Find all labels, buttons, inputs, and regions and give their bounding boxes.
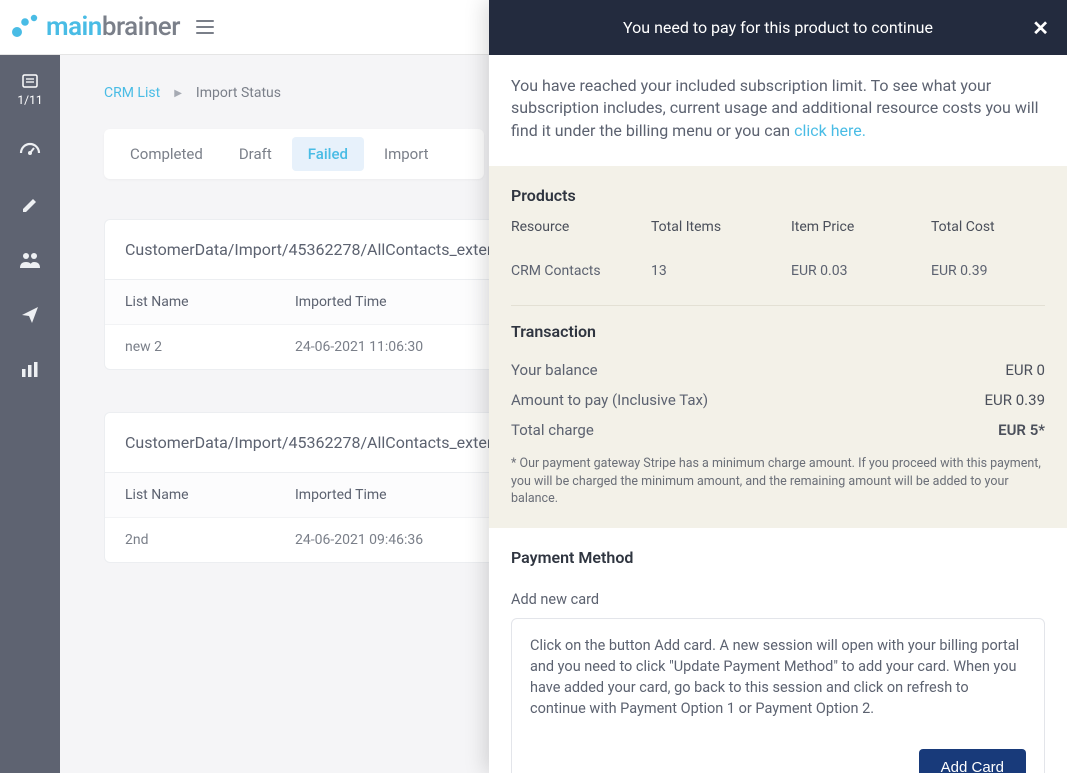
panel-header: You need to pay for this product to cont… <box>489 0 1067 55</box>
brand-logo: mainbrainer <box>12 12 180 42</box>
col-item-price: Item Price <box>791 219 931 235</box>
tx-balance-value: EUR 0 <box>1005 361 1045 379</box>
pencil-icon <box>20 195 40 215</box>
tx-balance-label: Your balance <box>511 361 598 379</box>
payment-method-heading: Payment Method <box>511 548 1045 567</box>
panel-title: You need to pay for this product to cont… <box>623 18 933 37</box>
breadcrumb-current: Import Status <box>196 85 281 101</box>
cell-item-price: EUR 0.03 <box>791 263 931 279</box>
sidebar-step-indicator: 1/11 <box>17 73 42 107</box>
add-card-button[interactable]: Add Card <box>919 749 1026 773</box>
tab-draft[interactable]: Draft <box>223 137 288 171</box>
cell-time: 24-06-2021 09:46:36 <box>295 532 423 548</box>
products-heading: Products <box>511 186 1045 205</box>
tab-completed[interactable]: Completed <box>114 137 219 171</box>
divider <box>511 305 1045 306</box>
col-resource: Resource <box>511 219 651 235</box>
logo-text: mainbrainer <box>46 12 180 42</box>
notice-link[interactable]: click here. <box>794 121 866 140</box>
products-section: Products Resource Total Items Item Price… <box>489 166 1067 528</box>
sidebar-item-send[interactable] <box>20 305 40 329</box>
tx-total-value: EUR 5* <box>998 421 1045 439</box>
hamburger-icon[interactable] <box>196 20 214 34</box>
sidebar-item-dashboard[interactable] <box>19 139 41 163</box>
chevron-right-icon: ▶ <box>174 88 182 99</box>
breadcrumb-root[interactable]: CRM List <box>104 85 160 101</box>
tab-import[interactable]: Import <box>368 137 445 171</box>
status-tabs: Completed Draft Failed Import <box>104 129 484 179</box>
add-card-text: Click on the button Add card. A new sess… <box>530 635 1026 719</box>
tx-amount-label: Amount to pay (Inclusive Tax) <box>511 391 708 409</box>
cell-time: 24-06-2021 11:06:30 <box>295 339 423 355</box>
col-total-items: Total Items <box>651 219 791 235</box>
close-icon[interactable]: ✕ <box>1032 16 1049 40</box>
sidebar-item-users[interactable] <box>19 251 41 273</box>
transaction-heading: Transaction <box>511 322 1045 341</box>
col-time: Imported Time <box>295 294 387 310</box>
tx-balance-row: Your balance EUR 0 <box>511 355 1045 385</box>
col-list-name: List Name <box>125 294 295 310</box>
payment-method-section: Payment Method Add new card Click on the… <box>489 528 1067 773</box>
products-header-row: Resource Total Items Item Price Total Co… <box>511 219 1045 235</box>
left-sidebar: 1/11 <box>0 55 60 773</box>
sidebar-item-analytics[interactable] <box>20 361 40 383</box>
bars-icon <box>20 361 40 379</box>
tx-fine-print: * Our payment gateway Stripe has a minim… <box>511 455 1045 508</box>
tab-failed[interactable]: Failed <box>292 137 364 171</box>
add-new-card-label: Add new card <box>511 591 1045 608</box>
col-list-name: List Name <box>125 487 295 503</box>
cell-total-cost: EUR 0.39 <box>931 263 1045 279</box>
tx-total-label: Total charge <box>511 421 594 439</box>
cell-list-name: new 2 <box>125 339 295 355</box>
cell-list-name: 2nd <box>125 532 295 548</box>
tx-total-row: Total charge EUR 5* <box>511 415 1045 445</box>
sidebar-item-edit[interactable] <box>20 195 40 219</box>
products-data-row: CRM Contacts 13 EUR 0.03 EUR 0.39 <box>511 253 1045 289</box>
payment-panel: You need to pay for this product to cont… <box>489 0 1067 773</box>
gauge-icon <box>19 139 41 159</box>
cell-total-items: 13 <box>651 263 791 279</box>
tx-amount-row: Amount to pay (Inclusive Tax) EUR 0.39 <box>511 385 1045 415</box>
paper-plane-icon <box>20 305 40 325</box>
col-total-cost: Total Cost <box>931 219 1045 235</box>
logo-dots-icon <box>12 13 42 41</box>
panel-notice: You have reached your included subscript… <box>489 55 1067 166</box>
tx-amount-value: EUR 0.39 <box>985 391 1045 409</box>
step-icon <box>21 73 39 89</box>
col-time: Imported Time <box>295 487 387 503</box>
cell-resource: CRM Contacts <box>511 263 651 279</box>
users-icon <box>19 251 41 269</box>
add-card-box: Click on the button Add card. A new sess… <box>511 618 1045 773</box>
notice-text: You have reached your included subscript… <box>511 76 1039 140</box>
